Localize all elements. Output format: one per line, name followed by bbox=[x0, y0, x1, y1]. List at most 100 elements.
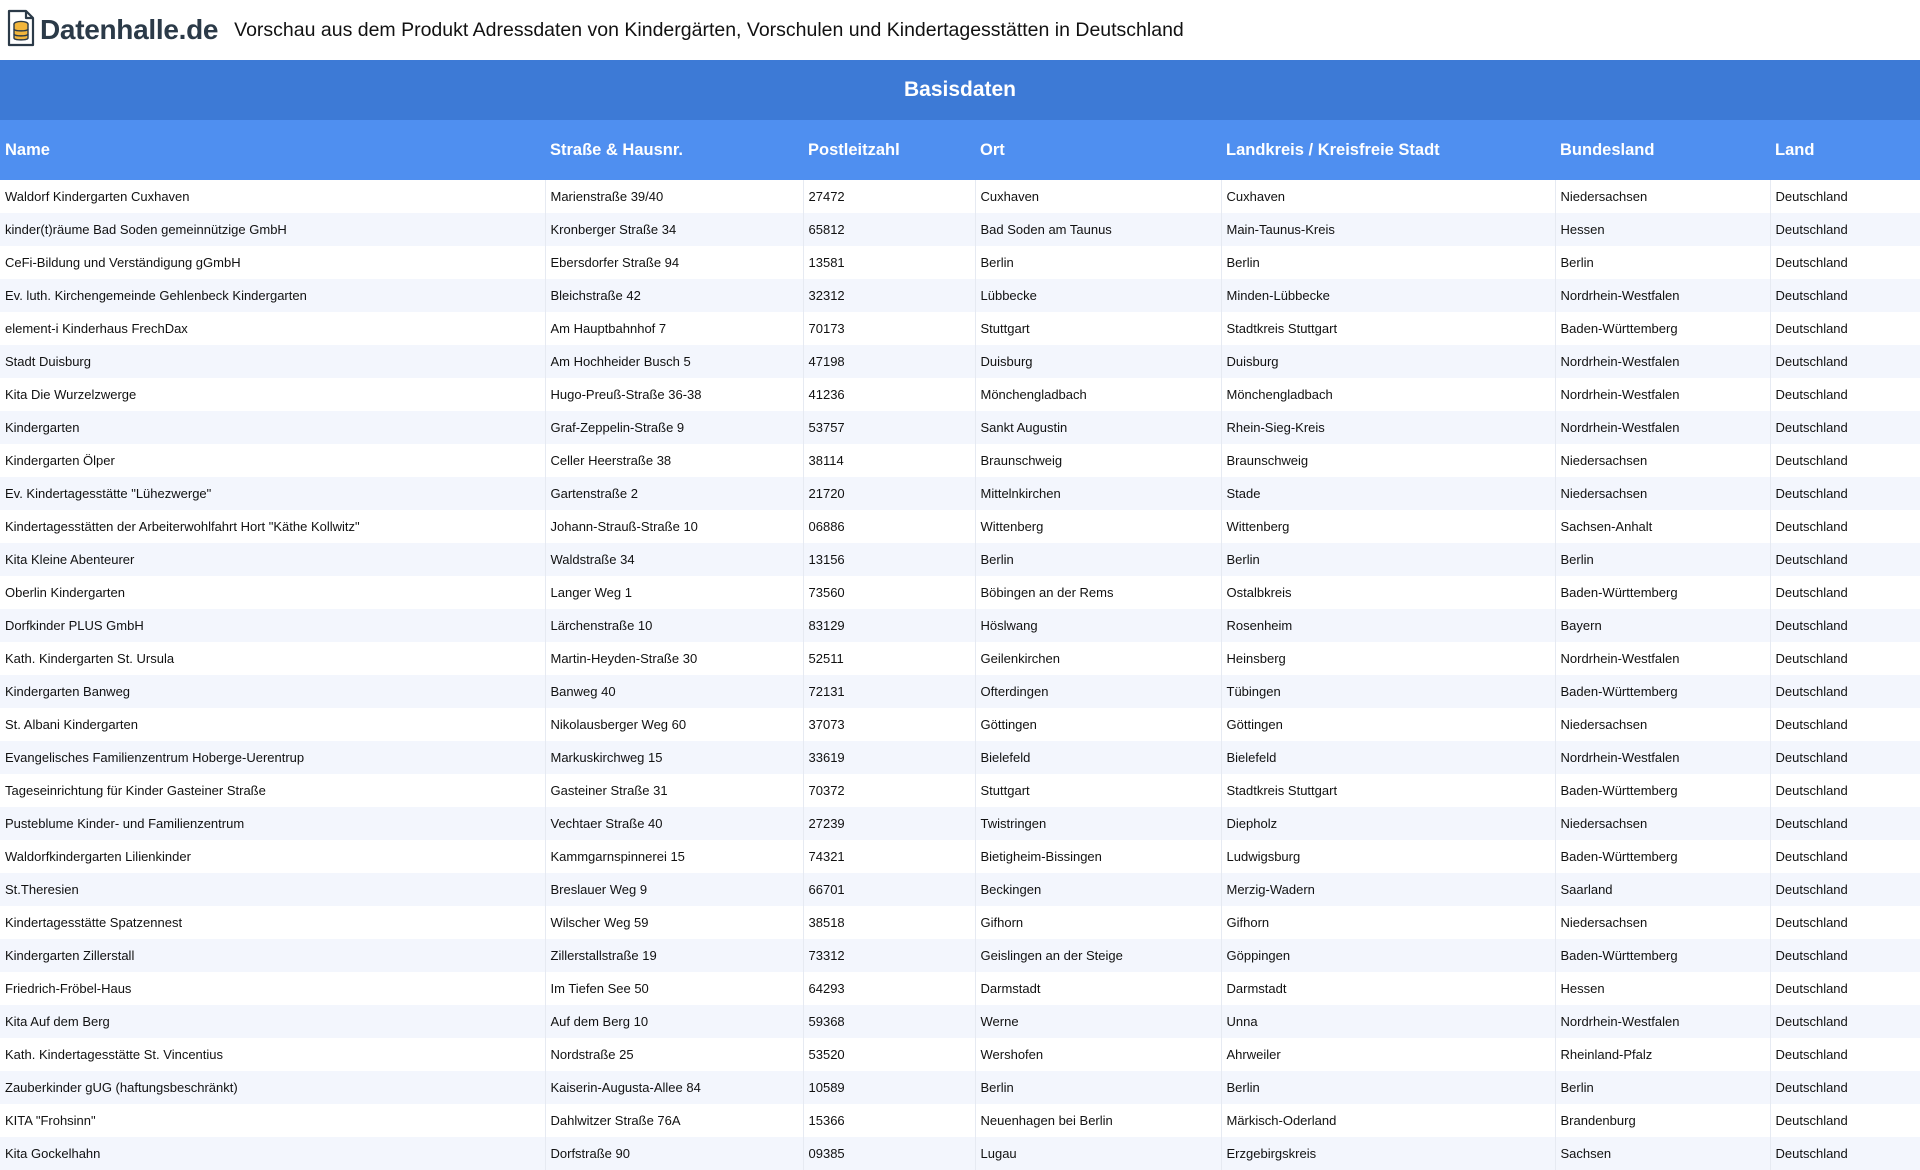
cell-postal-code: 73560 bbox=[803, 576, 976, 609]
cell-country: Deutschland bbox=[1770, 543, 1920, 576]
cell-street: Langer Weg 1 bbox=[545, 576, 804, 609]
table-row: Kindertagesstätte Spatzennest Wilscher We… bbox=[0, 906, 1920, 939]
cell-state: Nordrhein-Westfalen bbox=[1555, 345, 1771, 378]
table-row: KITA "Frohsinn" Dahlwitzer Straße 76A 1536… bbox=[0, 1104, 1920, 1137]
cell-street: Johann-Strauß-Straße 10 bbox=[545, 510, 804, 543]
cell-postal-code: 38114 bbox=[803, 444, 976, 477]
cell-country: Deutschland bbox=[1770, 576, 1920, 609]
cell-district: Berlin bbox=[1221, 543, 1556, 576]
cell-district: Main-Taunus-Kreis bbox=[1221, 213, 1556, 246]
cell-street: Am Hauptbahnhof 7 bbox=[545, 312, 804, 345]
table-row: Oberlin Kindergarten Langer Weg 1 73560 Böb… bbox=[0, 576, 1920, 609]
cell-country: Deutschland bbox=[1770, 774, 1920, 807]
cell-country: Deutschland bbox=[1770, 213, 1920, 246]
cell-city: Berlin bbox=[975, 246, 1222, 279]
cell-state: Sachsen bbox=[1555, 1137, 1771, 1170]
cell-state: Nordrhein-Westfalen bbox=[1555, 378, 1771, 411]
cell-district: Rosenheim bbox=[1221, 609, 1556, 642]
top-bar: Datenhalle.de Vorschau aus dem Produkt A… bbox=[0, 0, 1920, 60]
table-row: Kita Auf dem Berg Auf dem Berg 10 59368 Wer… bbox=[0, 1005, 1920, 1038]
brand-name: Datenhalle.de bbox=[40, 14, 219, 45]
column-header-city[interactable]: Ort bbox=[975, 120, 1221, 180]
cell-city: Ofterdingen bbox=[975, 675, 1222, 708]
cell-street: Gartenstraße 2 bbox=[545, 477, 804, 510]
table-row: St. Albani Kindergarten Nikolausberger We… bbox=[0, 708, 1920, 741]
cell-postal-code: 70372 bbox=[803, 774, 976, 807]
cell-state: Nordrhein-Westfalen bbox=[1555, 741, 1771, 774]
cell-city: Beckingen bbox=[975, 873, 1222, 906]
cell-city: Bad Soden am Taunus bbox=[975, 213, 1222, 246]
column-header-district[interactable]: Landkreis / Kreisfreie Stadt bbox=[1221, 120, 1555, 180]
cell-country: Deutschland bbox=[1770, 378, 1920, 411]
cell-name: Kindergarten Banweg bbox=[0, 675, 546, 708]
cell-district: Berlin bbox=[1221, 246, 1556, 279]
cell-country: Deutschland bbox=[1770, 411, 1920, 444]
cell-country: Deutschland bbox=[1770, 642, 1920, 675]
cell-city: Lübbecke bbox=[975, 279, 1222, 312]
table-row: Kindertagesstätten der Arbeiterwohlfahrt… bbox=[0, 510, 1920, 543]
table-row: Kindergarten Ölper Celler Heerstraße 38 38… bbox=[0, 444, 1920, 477]
column-header-street[interactable]: Straße & Hausnr. bbox=[545, 120, 803, 180]
cell-name: Kath. Kindergarten St. Ursula bbox=[0, 642, 546, 675]
column-header-name[interactable]: Name bbox=[0, 120, 545, 180]
cell-country: Deutschland bbox=[1770, 906, 1920, 939]
table-row: Waldorf Kindergarten Cuxhaven Marienstraß… bbox=[0, 180, 1920, 213]
cell-street: Dahlwitzer Straße 76A bbox=[545, 1104, 804, 1137]
cell-street: Hugo-Preuß-Straße 36-38 bbox=[545, 378, 804, 411]
cell-name: Kindergarten Ölper bbox=[0, 444, 546, 477]
cell-name: Oberlin Kindergarten bbox=[0, 576, 546, 609]
cell-city: Wershofen bbox=[975, 1038, 1222, 1071]
cell-district: Ahrweiler bbox=[1221, 1038, 1556, 1071]
cell-name: Waldorf Kindergarten Cuxhaven bbox=[0, 180, 546, 213]
table-row: Zauberkinder gUG (haftungsbeschränkt) Kai… bbox=[0, 1071, 1920, 1104]
cell-postal-code: 70173 bbox=[803, 312, 976, 345]
table-row: element-i Kinderhaus FrechDax Am Hauptbah… bbox=[0, 312, 1920, 345]
table-row: Ev. Kindertagesstätte "Lühezwerge" Garten… bbox=[0, 477, 1920, 510]
column-header-postal-code[interactable]: Postleitzahl bbox=[803, 120, 975, 180]
cell-city: Göttingen bbox=[975, 708, 1222, 741]
table-row: Stadt Duisburg Am Hochheider Busch 5 47198… bbox=[0, 345, 1920, 378]
cell-name: Kath. Kindertagesstätte St. Vincentius bbox=[0, 1038, 546, 1071]
cell-name: Ev. Kindertagesstätte "Lühezwerge" bbox=[0, 477, 546, 510]
cell-name: Kita Kleine Abenteurer bbox=[0, 543, 546, 576]
cell-name: Dorfkinder PLUS GmbH bbox=[0, 609, 546, 642]
cell-street: Banweg 40 bbox=[545, 675, 804, 708]
cell-district: Unna bbox=[1221, 1005, 1556, 1038]
cell-city: Geilenkirchen bbox=[975, 642, 1222, 675]
cell-state: Hessen bbox=[1555, 972, 1771, 1005]
cell-street: Gasteiner Straße 31 bbox=[545, 774, 804, 807]
table-header-row: Name Straße & Hausnr. Postleitzahl Ort L… bbox=[0, 120, 1920, 180]
cell-country: Deutschland bbox=[1770, 840, 1920, 873]
cell-state: Brandenburg bbox=[1555, 1104, 1771, 1137]
column-header-country[interactable]: Land bbox=[1770, 120, 1920, 180]
cell-state: Berlin bbox=[1555, 543, 1771, 576]
column-header-state[interactable]: Bundesland bbox=[1555, 120, 1770, 180]
cell-city: Höslwang bbox=[975, 609, 1222, 642]
cell-city: Böbingen an der Rems bbox=[975, 576, 1222, 609]
cell-district: Heinsberg bbox=[1221, 642, 1556, 675]
cell-street: Nordstraße 25 bbox=[545, 1038, 804, 1071]
cell-postal-code: 83129 bbox=[803, 609, 976, 642]
brand-logo[interactable]: Datenhalle.de bbox=[6, 9, 218, 52]
cell-country: Deutschland bbox=[1770, 807, 1920, 840]
cell-district: Minden-Lübbecke bbox=[1221, 279, 1556, 312]
cell-state: Baden-Württemberg bbox=[1555, 576, 1771, 609]
cell-district: Ostalbkreis bbox=[1221, 576, 1556, 609]
cell-postal-code: 53520 bbox=[803, 1038, 976, 1071]
cell-country: Deutschland bbox=[1770, 345, 1920, 378]
cell-country: Deutschland bbox=[1770, 246, 1920, 279]
table-row: kinder(t)räume Bad Soden gemeinnützige G… bbox=[0, 213, 1920, 246]
table-row: Kindergarten Graf-Zeppelin-Straße 9 53757 S… bbox=[0, 411, 1920, 444]
cell-country: Deutschland bbox=[1770, 180, 1920, 213]
cell-city: Stuttgart bbox=[975, 312, 1222, 345]
cell-street: Breslauer Weg 9 bbox=[545, 873, 804, 906]
cell-district: Darmstadt bbox=[1221, 972, 1556, 1005]
table-row: Tageseinrichtung für Kinder Gasteiner St… bbox=[0, 774, 1920, 807]
cell-name: Kita Die Wurzelzwerge bbox=[0, 378, 546, 411]
cell-name: KITA "Frohsinn" bbox=[0, 1104, 546, 1137]
cell-street: Waldstraße 34 bbox=[545, 543, 804, 576]
cell-postal-code: 32312 bbox=[803, 279, 976, 312]
cell-district: Stadtkreis Stuttgart bbox=[1221, 774, 1556, 807]
cell-street: Nikolausberger Weg 60 bbox=[545, 708, 804, 741]
cell-district: Göttingen bbox=[1221, 708, 1556, 741]
